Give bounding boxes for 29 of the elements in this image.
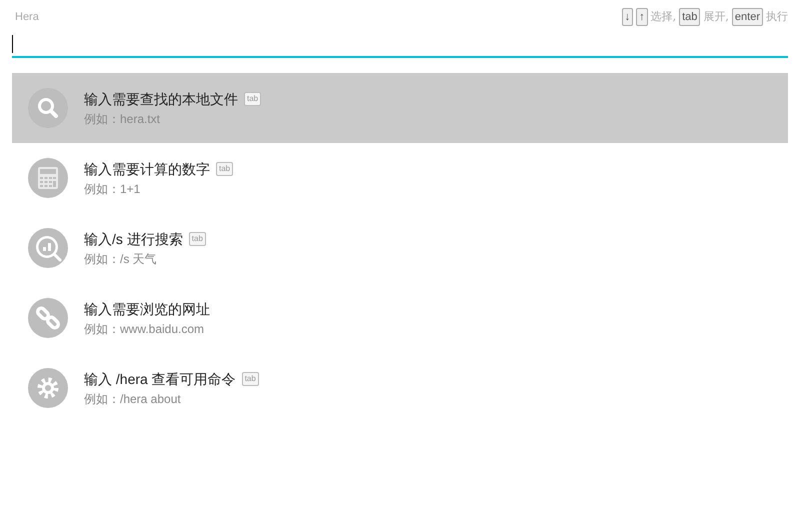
result-item[interactable]: 输入需要查找的本地文件 tab 例如：hera.txt <box>12 73 788 143</box>
item-title: 输入/s 进行搜索 <box>84 230 183 248</box>
key-hint: ↑ <box>636 8 648 26</box>
key-hint: enter <box>732 8 763 26</box>
example-text: 例如：/s 天气 <box>84 250 158 268</box>
settings-icon <box>28 368 68 408</box>
item-title: 输入需要浏览的网址 <box>84 300 210 318</box>
example-text: 例如：www.baidu.com <box>84 320 206 338</box>
tab-badge: tab <box>216 162 234 176</box>
item-title: 输入需要查找的本地文件 <box>84 90 238 108</box>
calculator-icon <box>28 158 68 198</box>
item-title: 输入 /hera 查看可用命令 <box>84 370 236 388</box>
key-hint: tab <box>679 8 700 26</box>
example-text: 例如：hera.txt <box>84 110 162 128</box>
chart-magnifier-icon <box>28 228 68 268</box>
app-title: Hera <box>14 10 39 25</box>
search-icon <box>28 88 68 128</box>
hint-text: 执行 <box>766 8 788 25</box>
item-title: 输入需要计算的数字 <box>84 160 210 178</box>
example-text: 例如：1+1 <box>84 180 142 198</box>
command-input[interactable] <box>12 32 788 58</box>
key-hint: ↓ <box>622 8 634 26</box>
example-text: 例如：/hera about <box>84 390 182 408</box>
hint-text: 展开, <box>703 8 729 25</box>
tab-badge: tab <box>242 372 259 386</box>
hint-text: 选择, <box>650 8 676 25</box>
tab-badge: tab <box>188 232 206 246</box>
link-icon <box>28 298 68 338</box>
tab-badge: tab <box>244 92 262 106</box>
